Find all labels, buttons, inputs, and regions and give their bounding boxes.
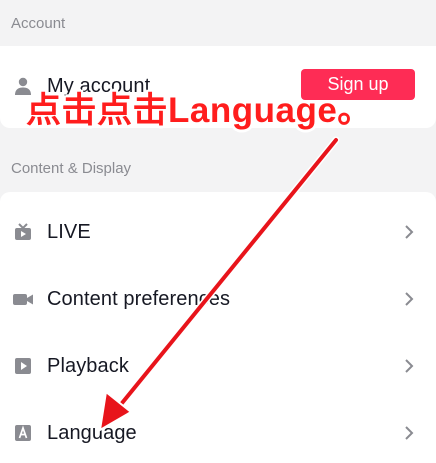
annotation-text: 点击点击Language。 (26, 91, 373, 130)
chevron-right-icon (405, 426, 414, 440)
menu-item-label: Playback (47, 354, 129, 377)
menu-item-label: Language (47, 421, 137, 444)
menu-item-playback[interactable]: Playback (0, 341, 436, 391)
menu-item-language[interactable]: Language (0, 408, 436, 458)
play-square-icon (12, 355, 34, 377)
menu-item-label: LIVE (47, 220, 91, 243)
menu-item-label: Content preferences (47, 287, 231, 310)
chevron-right-icon (405, 359, 414, 373)
menu-item-content-preferences[interactable]: Content preferences (0, 274, 436, 324)
live-tv-icon (12, 221, 34, 243)
section-title-account: Account (11, 15, 66, 32)
section-title-content-display: Content & Display (11, 160, 132, 177)
chevron-right-icon (405, 225, 414, 239)
letter-a-icon (12, 422, 34, 444)
video-camera-icon (12, 288, 34, 310)
menu-item-live[interactable]: LIVE (0, 207, 436, 257)
content-display-card: LIVE Content preferences Playback Langua… (0, 192, 436, 463)
chevron-right-icon (405, 292, 414, 306)
